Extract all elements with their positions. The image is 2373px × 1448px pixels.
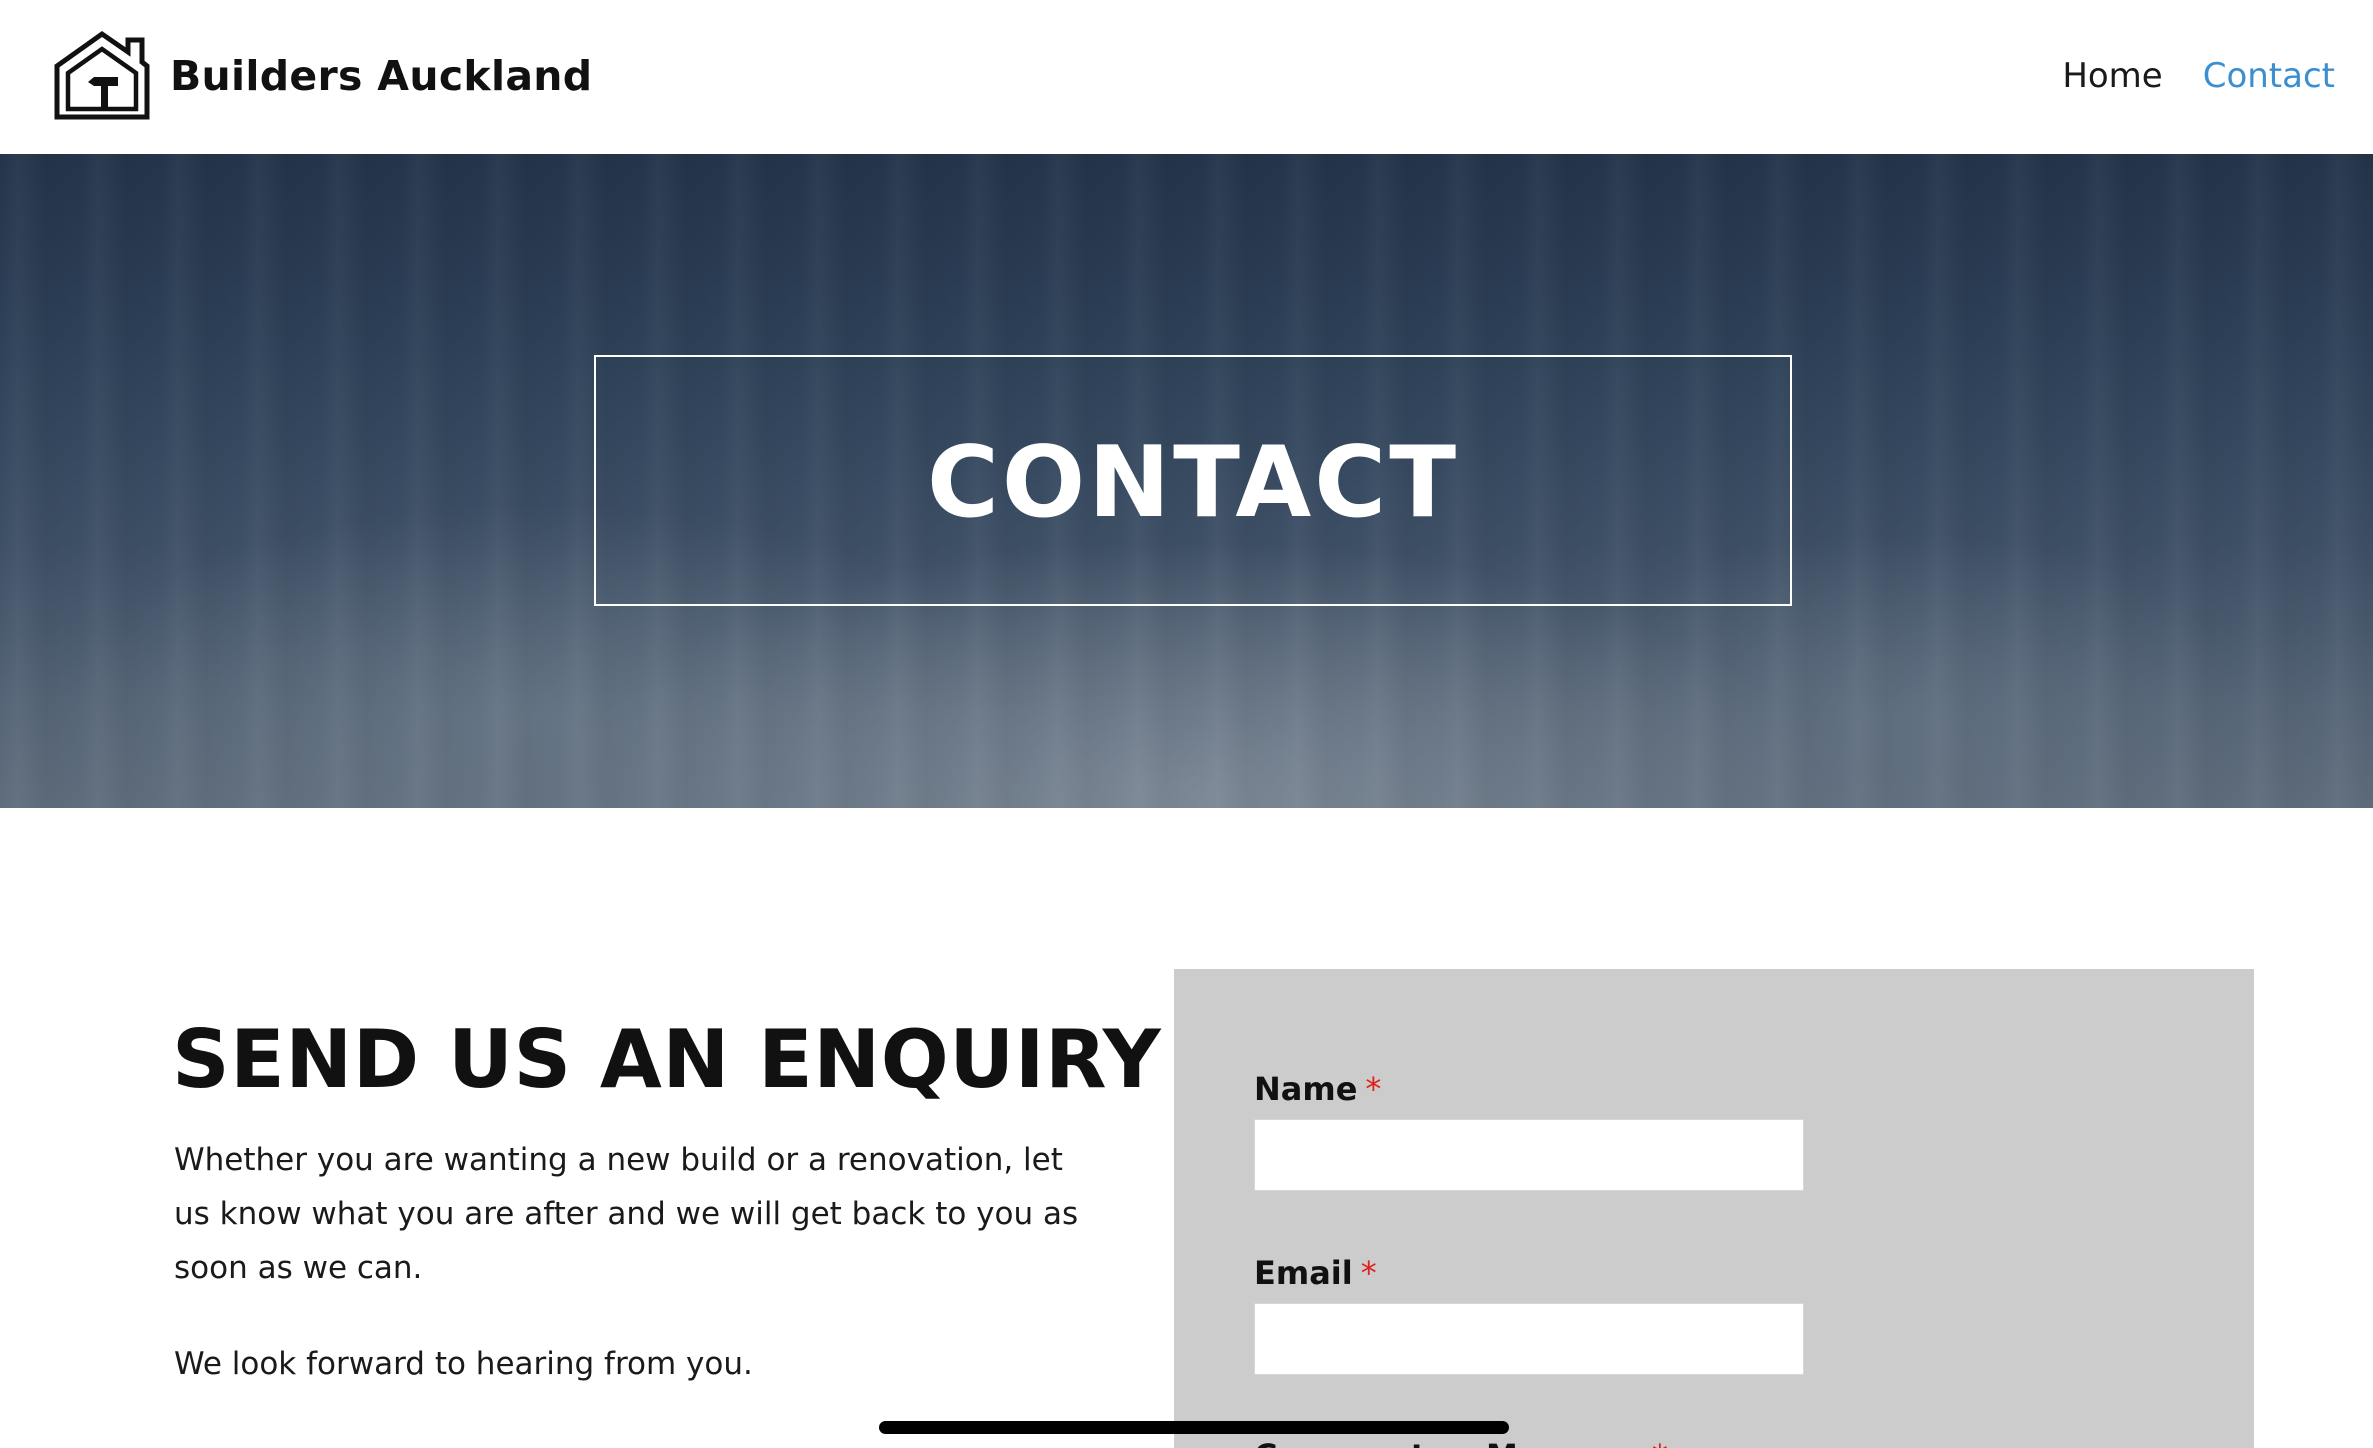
name-field-label: Name * (1254, 1068, 1381, 1110)
required-asterisk: * (1652, 1437, 1668, 1448)
enquiry-paragraph: Whether you are wanting a new build or a… (174, 1142, 1079, 1286)
required-asterisk: * (1365, 1070, 1382, 1108)
required-asterisk: * (1360, 1254, 1377, 1292)
email-field-label: Email * (1254, 1252, 1377, 1294)
hero-title-box: CONTACT (594, 355, 1792, 606)
message-field-label: Comment or Message * (1254, 1435, 1668, 1448)
enquiry-heading: SEND US AN ENQUIRY (172, 1013, 1162, 1106)
nav-contact-link[interactable]: Contact (2203, 52, 2335, 100)
main-nav: Home Contact (2062, 52, 2335, 100)
nav-home-link[interactable]: Home (2062, 52, 2162, 100)
enquiry-closing-paragraph: We look forward to hearing from you. (174, 1346, 753, 1382)
brand-name[interactable]: Builders Auckland (170, 48, 592, 104)
hero-banner: CONTACT (0, 154, 2373, 808)
site-header: Builders Auckland Home Contact (0, 0, 2373, 154)
email-label-text: Email (1254, 1254, 1353, 1292)
email-input[interactable] (1254, 1303, 1804, 1375)
name-label-text: Name (1254, 1070, 1358, 1108)
name-input[interactable] (1254, 1119, 1804, 1191)
house-hammer-icon[interactable] (54, 30, 150, 120)
enquiry-form-panel: Name* Email* Comment or Message* (1174, 969, 2254, 1448)
hero-title: CONTACT (926, 425, 1460, 540)
message-label-text: Comment or Message (1254, 1437, 1644, 1448)
home-indicator-bar[interactable] (879, 1421, 1509, 1434)
